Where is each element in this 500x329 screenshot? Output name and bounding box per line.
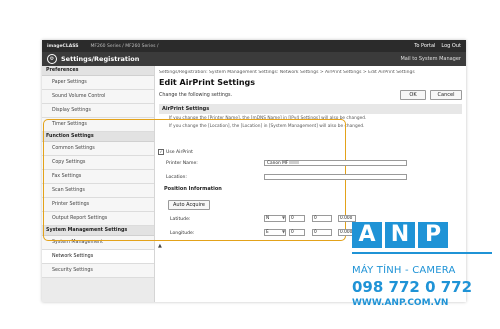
location-label: Location: [166,175,187,180]
watermark-line-1: MÁY TÍNH - CAMERA [352,265,456,276]
latitude-seconds-input[interactable]: 0.000 [338,215,356,222]
log-out-link[interactable]: Log Out [441,43,461,49]
scroll-up-icon[interactable]: ▲ [158,243,162,249]
chevron-down-icon: ▼ [282,215,286,220]
title-bar: ⚙ Settings/Registration Mail to System M… [42,52,466,66]
sidebar-item-network-settings[interactable]: Network Settings [42,250,154,264]
watermark-phone: 098 772 0 772 [352,278,473,296]
instruction-text: Change the following settings. [159,92,233,98]
use-airprint-checkbox[interactable]: ✓ [158,149,164,155]
watermark: A N P MÁY TÍNH - CAMERA 098 772 0 772 WW… [348,222,498,322]
printer-name-label: Printer Name: [166,161,198,166]
auto-acquire-button[interactable]: Auto Acquire [168,200,210,210]
product-name: imageCLASS [47,43,79,49]
top-bar: imageCLASS MF260 Series / MF260 Series /… [42,40,466,52]
section-header: AirPrint Settings [159,104,462,114]
anp-logo: A N P [352,222,448,248]
longitude-label: Longitude: [170,231,195,236]
sidebar-item-paper-settings[interactable]: Paper Settings [42,76,154,90]
watermark-url: WWW.ANP.COM.VN [352,298,449,308]
latitude-label: Latitude: [170,217,191,222]
longitude-degrees-input[interactable]: 0 [289,229,305,236]
printer-name-input[interactable]: Canon MF [264,160,407,166]
sidebar-item-display-settings[interactable]: Display Settings [42,104,154,118]
latitude-degrees-input[interactable]: 0 [289,215,305,222]
breadcrumb: Settings/Registration: System Management… [159,70,415,75]
location-input[interactable] [264,174,407,180]
highlight-frame [43,119,346,241]
sidebar-item-sound-volume[interactable]: Sound Volume Control [42,90,154,104]
ok-button[interactable]: OK [400,90,426,100]
cancel-button[interactable]: Cancel [430,90,462,100]
page-title: Edit AirPrint Settings [159,78,256,87]
settings-icon: ⚙ [47,54,57,64]
use-airprint-label: Use AirPrint [166,149,193,155]
page-heading: Settings/Registration [61,55,140,63]
printer-name-value: Canon MF [267,161,289,166]
position-info-heading: Position Information [164,186,222,192]
logo-underline [352,252,492,254]
use-airprint-row: ✓ Use AirPrint [158,149,193,155]
mail-to-manager-link[interactable]: Mail to System Manager [400,56,461,62]
model-name: MF260 Series / MF260 Series / [90,43,159,49]
sidebar-item-security-settings[interactable]: Security Settings [42,264,154,278]
chevron-down-icon: ▼ [282,229,286,234]
latitude-minutes-input[interactable]: 0 [312,215,332,222]
longitude-minutes-input[interactable]: 0 [312,229,332,236]
to-portal-link[interactable]: To Portal [414,43,435,49]
sidebar-heading-preferences: Preferences [42,66,154,76]
